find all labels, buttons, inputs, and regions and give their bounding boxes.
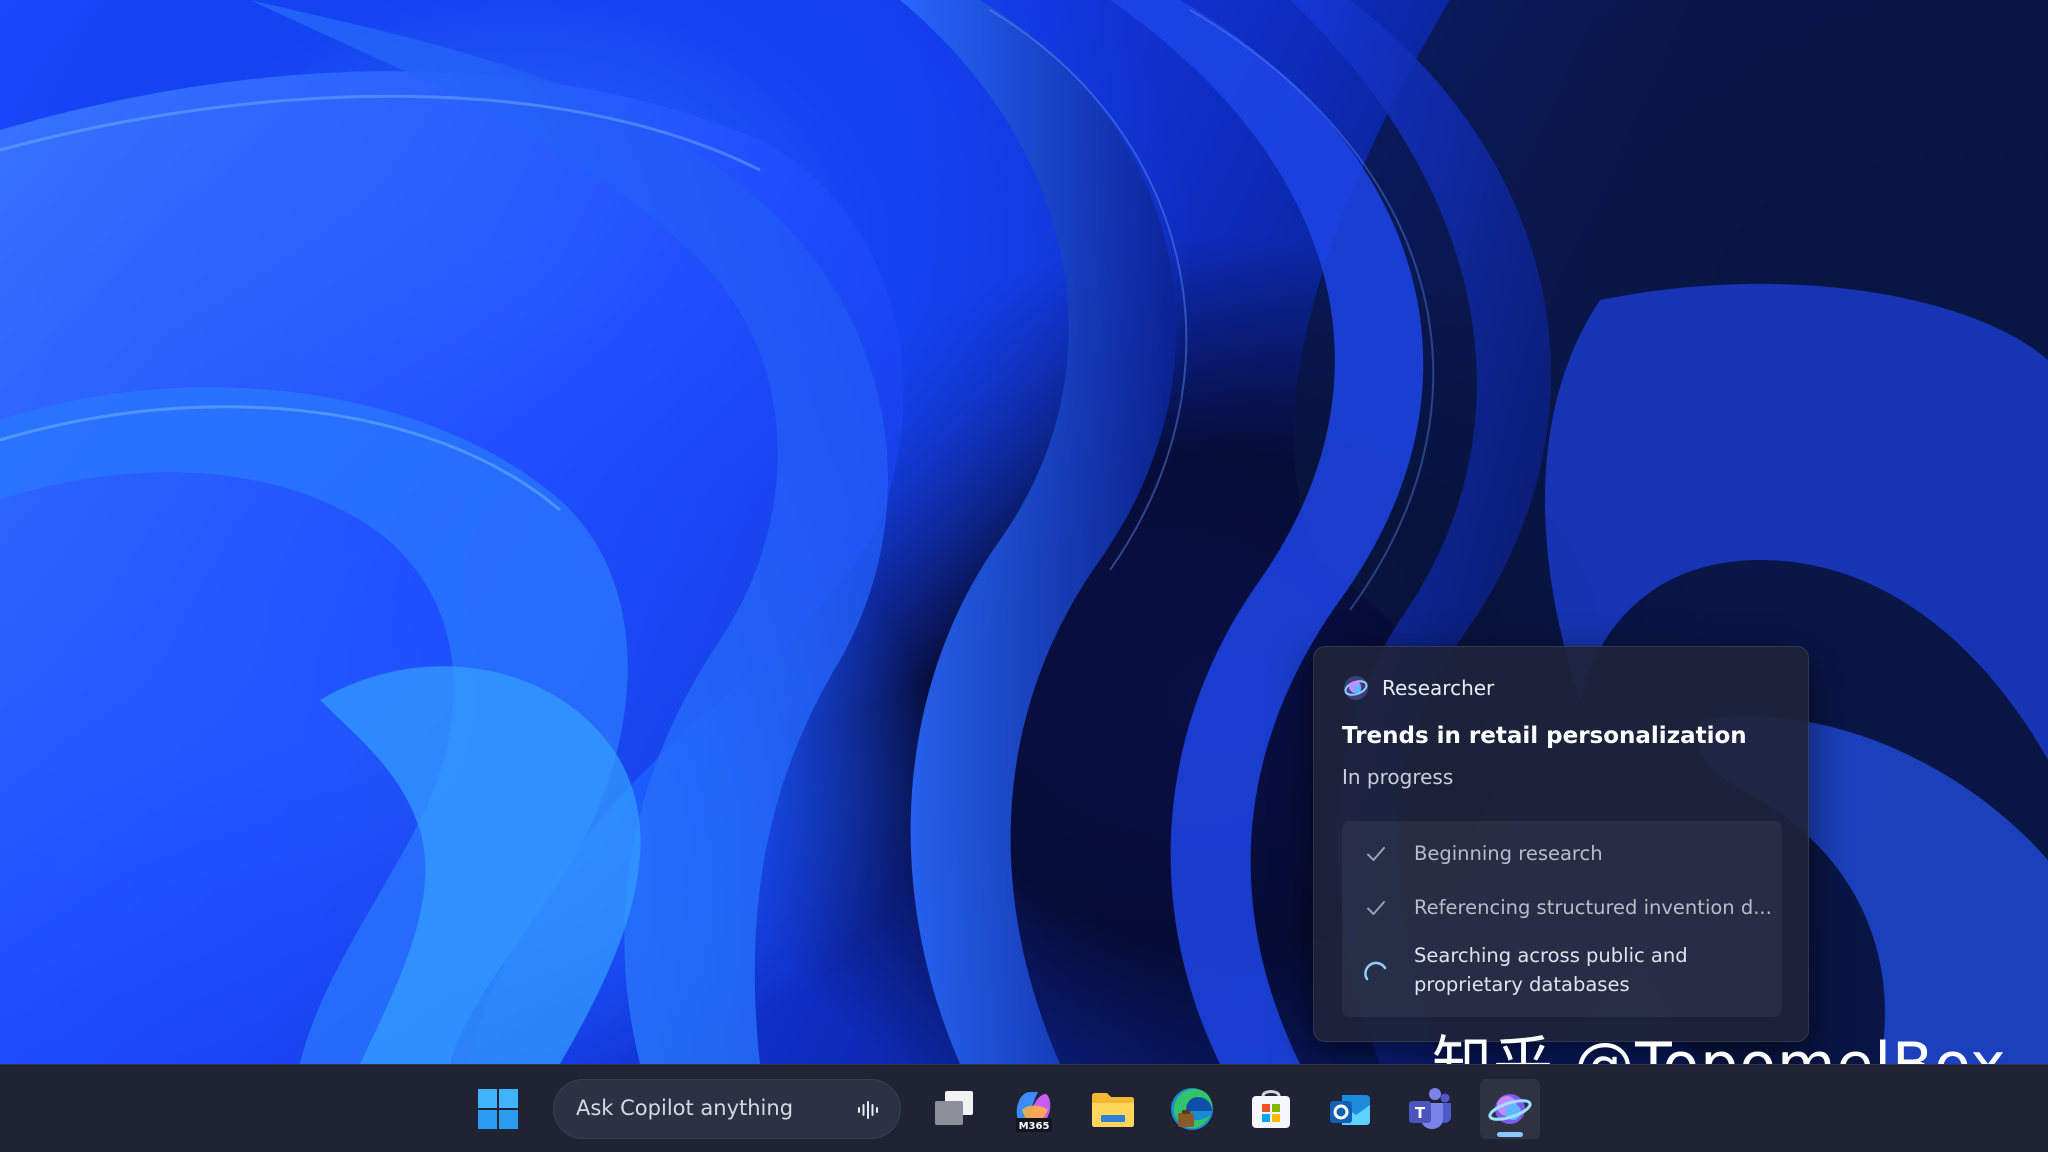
windows-logo-icon xyxy=(478,1089,518,1129)
desktop: Researcher Trends in retail personalizat… xyxy=(0,0,2048,1152)
researcher-icon xyxy=(1488,1094,1532,1124)
card-app-name: Researcher xyxy=(1382,676,1495,700)
teams-icon: T xyxy=(1409,1088,1451,1129)
start-button[interactable] xyxy=(468,1079,528,1139)
edge-icon xyxy=(1171,1088,1213,1130)
taskbar: Ask Copilot anything M365 T xyxy=(0,1064,2048,1152)
researcher-card[interactable]: Researcher Trends in retail personalizat… xyxy=(1313,646,1809,1042)
check-icon xyxy=(1367,901,1385,915)
check-icon xyxy=(1367,847,1385,861)
outlook-icon xyxy=(1330,1095,1370,1125)
outlook-button[interactable] xyxy=(1320,1079,1380,1139)
step-label: Referencing structured invention d... xyxy=(1414,896,1772,919)
card-status: In progress xyxy=(1342,765,1454,789)
folder-icon xyxy=(1092,1093,1134,1127)
step-label: Searching across public and proprietary … xyxy=(1414,944,1688,996)
edge-button[interactable] xyxy=(1162,1079,1222,1139)
svg-text:T: T xyxy=(1415,1104,1426,1122)
task-view-button[interactable] xyxy=(924,1079,984,1139)
voice-input-icon[interactable] xyxy=(856,1098,880,1122)
steps-list: Beginning research Referencing structure… xyxy=(1342,821,1782,1017)
search-placeholder: Ask Copilot anything xyxy=(576,1096,794,1120)
m365-copilot-button[interactable]: M365 xyxy=(1003,1079,1063,1139)
researcher-icon xyxy=(1344,676,1368,700)
file-explorer-button[interactable] xyxy=(1083,1079,1143,1139)
researcher-taskbar-button[interactable] xyxy=(1480,1079,1540,1139)
teams-button[interactable]: T xyxy=(1399,1079,1459,1139)
spinner-icon xyxy=(1364,961,1387,981)
store-icon xyxy=(1252,1090,1290,1128)
card-title: Trends in retail personalization xyxy=(1342,723,1747,749)
m365-copilot-icon: M365 xyxy=(1016,1092,1052,1132)
active-indicator xyxy=(1497,1132,1523,1137)
store-button[interactable] xyxy=(1241,1079,1301,1139)
copilot-search-box[interactable]: Ask Copilot anything xyxy=(553,1079,901,1139)
step-label: Beginning research xyxy=(1414,842,1603,865)
m365-badge: M365 xyxy=(1019,1121,1050,1132)
task-view-icon xyxy=(935,1091,973,1125)
card-header: Researcher xyxy=(1342,671,1494,705)
